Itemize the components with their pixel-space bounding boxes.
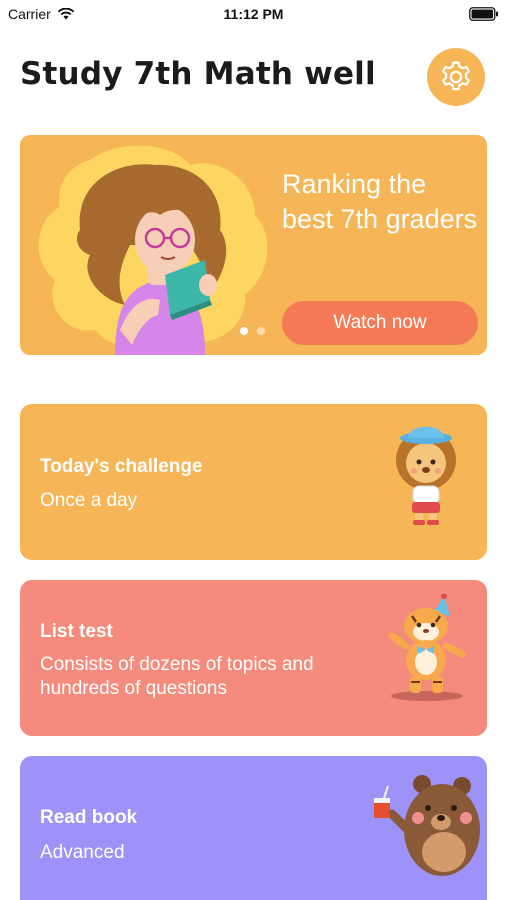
list-test-card[interactable]: List test Consists of dozens of topics a…	[20, 580, 487, 736]
status-bar: Carrier 11:12 PM	[0, 0, 507, 28]
banner-page-indicator	[240, 327, 265, 335]
card-subtitle: Consists of dozens of topics and hundred…	[40, 654, 314, 699]
bear-illustration	[374, 775, 480, 876]
status-time: 11:12 PM	[223, 6, 284, 22]
page-dot	[257, 327, 265, 335]
girl-reading-illustration	[38, 145, 268, 355]
page-dot-active	[240, 327, 248, 335]
card-title: Today's challenge	[40, 456, 203, 477]
card-title: List test	[40, 621, 113, 642]
banner-title: Ranking the best 7th graders	[282, 169, 478, 234]
watch-now-button[interactable]: Watch now	[282, 301, 478, 345]
card-subtitle: Advanced	[40, 842, 125, 863]
card-subtitle: Once a day	[40, 490, 138, 511]
tiger-illustration	[388, 594, 466, 701]
todays-challenge-card[interactable]: Today's challenge Once a day	[20, 404, 487, 560]
gear-icon	[442, 61, 470, 91]
card-title: Read book	[40, 807, 138, 828]
settings-button[interactable]	[427, 48, 485, 106]
page-title: Study 7th Math well	[20, 56, 376, 92]
ranking-banner[interactable]: Ranking the best 7th graders Watch now	[20, 135, 487, 355]
battery-icon	[469, 7, 498, 21]
read-book-card[interactable]: Read book Advanced	[20, 756, 487, 900]
app-screen: Carrier 11:12 PM Study 7th Math well Ran…	[0, 0, 507, 900]
lion-illustration	[396, 426, 456, 525]
